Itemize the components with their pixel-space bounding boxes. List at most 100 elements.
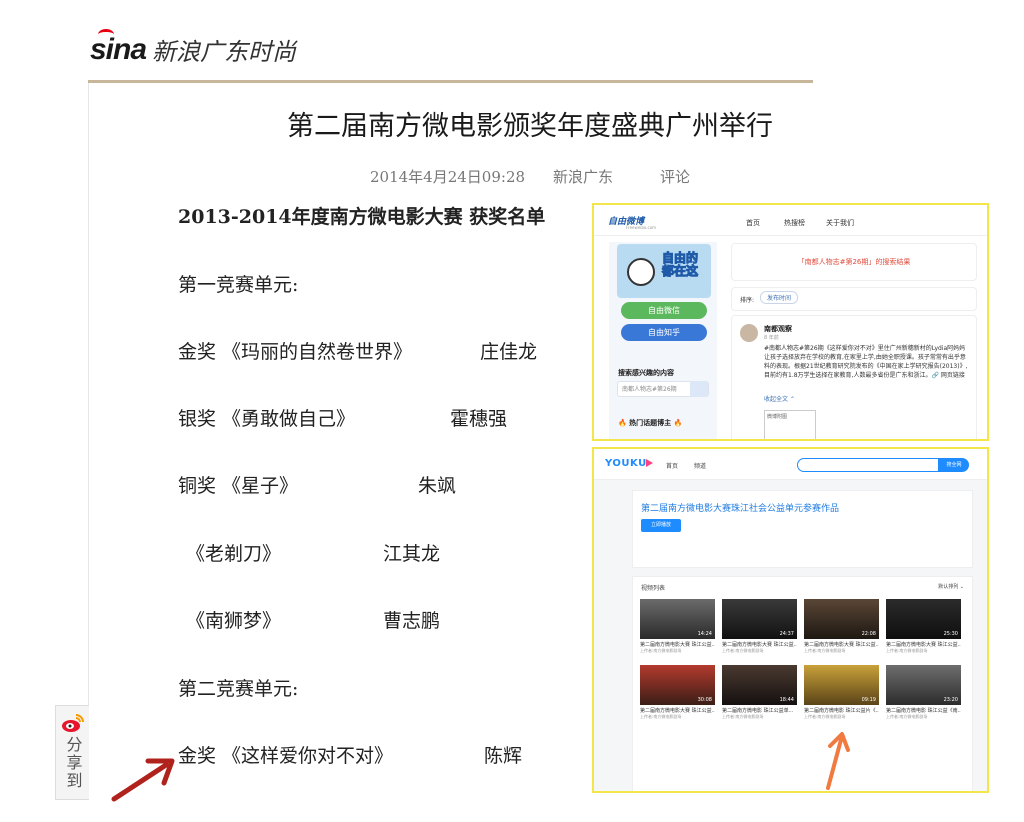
nav-about[interactable]: 关于我们 xyxy=(826,218,854,228)
article-line: 朱飒 xyxy=(418,475,457,497)
search-input[interactable]: 南都人物志#第26期 xyxy=(617,381,709,397)
freeweibo-banner: 自由的 都在这 xyxy=(617,244,711,298)
share-sidebar[interactable]: 分享到 xyxy=(55,705,89,800)
video-duration: 30:08 xyxy=(697,697,712,703)
freeweibo-sidebar: 自由的 都在这 自由微信 自由知乎 搜索感兴趣的内容 南都人物志#第26期 🔥 … xyxy=(609,242,717,439)
sina-eye-icon xyxy=(98,29,114,40)
article-source-link[interactable]: 新浪广东 xyxy=(553,166,613,187)
video-list: 视频列表 默认排列 ⌄ 14:24 第二届南方微电影大赛 珠江公益... 上传者… xyxy=(632,576,973,791)
weibo-icon xyxy=(61,712,85,734)
video-thumbnail[interactable]: 18:44 xyxy=(722,665,797,705)
video-uploader: 上传者:南方微电影剧场 xyxy=(722,648,764,653)
video-duration: 14:24 xyxy=(697,631,712,637)
video-title[interactable]: 第二届南方微电影 珠江公益单... xyxy=(722,707,797,714)
video-list-title: 视频列表 xyxy=(641,585,666,592)
video-uploader: 上传者:南方微电影剧场 xyxy=(640,648,682,653)
video-title[interactable]: 第二届南方微电影大赛 珠江公益... xyxy=(640,707,715,714)
post-author[interactable]: 南都观察 xyxy=(764,324,792,334)
play-now-button[interactable]: 立即播放 xyxy=(641,519,681,532)
playlist-header: 第二届南方微电影大赛珠江社会公益单元参赛作品 立即播放 xyxy=(632,490,973,568)
avatar[interactable] xyxy=(740,324,758,342)
site-channel-name: 新浪广东时尚 xyxy=(152,38,297,66)
video-title[interactable]: 第二届南方微电影大赛 珠江公益... xyxy=(886,641,961,648)
video-title[interactable]: 第二届南方微电影大赛 珠江公益... xyxy=(640,641,715,648)
video-thumbnail[interactable]: 23:20 xyxy=(886,665,961,705)
video-card[interactable]: 22:08 第二届南方微电影大赛 珠江公益... 上传者:南方微电影剧场 xyxy=(804,599,879,654)
playlist-title: 第二届南方微电影大赛珠江社会公益单元参赛作品 xyxy=(641,504,840,514)
video-duration: 25:30 xyxy=(943,631,958,637)
post-image[interactable]: 微博附图 xyxy=(764,410,816,439)
article-line: 庄佳龙 xyxy=(480,341,538,363)
article-line: 银奖 《勇敢做自己》 xyxy=(178,408,356,430)
search-result-text: 「南都人物志#第26期」的搜索结果 xyxy=(797,258,911,266)
article-line: 金奖 《这样爱你对不对》 xyxy=(178,745,394,767)
video-card[interactable]: 30:08 第二届南方微电影大赛 珠江公益... 上传者:南方微电影剧场 xyxy=(640,665,715,720)
sort-bar: 排序: 发布时间 xyxy=(731,287,977,311)
site-logo[interactable]: sina 新浪广东时尚 xyxy=(90,29,297,67)
video-thumbnail[interactable]: 30:08 xyxy=(640,665,715,705)
freeweibo-navbar: 自由微博 Freeweibo.com 首页 热搜榜 关于我们 xyxy=(594,205,987,236)
article-line: 江其龙 xyxy=(383,543,441,565)
video-title[interactable]: 第二届南方微电影 珠江公益《南... xyxy=(886,707,961,714)
video-duration: 24:37 xyxy=(779,631,794,637)
post-body: #南都人物志#第26期《这样爱你对不对》里住广州新穗新村的Lydia阿妈妈让孩子… xyxy=(764,345,968,379)
nav-home[interactable]: 首页 xyxy=(746,218,760,228)
nav-home[interactable]: 首页 xyxy=(666,461,678,470)
camera-mascot-icon xyxy=(627,258,655,286)
article-line: 《南狮梦》 xyxy=(186,610,282,632)
video-title[interactable]: 第二届南方微电影大赛 珠江公益... xyxy=(804,641,879,648)
free-weixin-button[interactable]: 自由微信 xyxy=(621,302,707,319)
post-time: 8 年前 xyxy=(764,335,779,341)
article-left-border xyxy=(88,83,89,798)
sort-label: 排序: xyxy=(740,297,755,304)
article-line: 2013-2014年度南方微电影大赛 获奖名单 xyxy=(178,206,546,228)
video-duration: 22:08 xyxy=(861,631,876,637)
video-card[interactable]: 24:37 第二届南方微电影大赛 珠江公益... 上传者:南方微电影剧场 xyxy=(722,599,797,654)
header-rule xyxy=(88,80,813,83)
youku-play-icon xyxy=(646,459,653,467)
search-result-header: 「南都人物志#第26期」的搜索结果 xyxy=(731,243,977,281)
search-input[interactable] xyxy=(797,458,939,472)
sina-logo-mark: sina xyxy=(90,29,147,67)
video-uploader: 上传者:南方微电影剧场 xyxy=(640,714,682,719)
video-thumbnail[interactable]: 24:37 xyxy=(722,599,797,639)
search-button[interactable]: 搜全网 xyxy=(939,458,969,472)
red-arrow-icon xyxy=(111,758,175,802)
orange-arrow-icon xyxy=(826,732,850,790)
hot-topics-heading: 🔥 热门话题博主 🔥 xyxy=(618,419,683,427)
comment-link[interactable]: 评论 xyxy=(660,166,690,187)
video-duration: 23:20 xyxy=(943,697,958,703)
video-card[interactable]: 23:20 第二届南方微电影 珠江公益《南... 上传者:南方微电影剧场 xyxy=(886,665,961,720)
article-line: 金奖 《玛丽的自然卷世界》 xyxy=(178,341,413,363)
nav-channel[interactable]: 频道 xyxy=(694,461,706,470)
video-title[interactable]: 第二届南方微电影 珠江公益片《... xyxy=(804,707,879,714)
video-card[interactable]: 18:44 第二届南方微电影 珠江公益单... 上传者:南方微电影剧场 xyxy=(722,665,797,720)
banner-slogan: 自由的 都在这 xyxy=(662,251,699,278)
video-thumbnail[interactable]: 22:08 xyxy=(804,599,879,639)
video-thumbnail[interactable]: 09:19 xyxy=(804,665,879,705)
video-card[interactable]: 14:24 第二届南方微电影大赛 珠江公益... 上传者:南方微电影剧场 xyxy=(640,599,715,654)
search-icon[interactable] xyxy=(690,381,708,397)
youku-topbar: YOUKU 首页 频道 搜全网 xyxy=(594,449,987,480)
video-uploader: 上传者:南方微电影剧场 xyxy=(804,714,846,719)
article-line: 铜奖 《星子》 xyxy=(178,475,299,497)
video-thumbnail[interactable]: 25:30 xyxy=(886,599,961,639)
free-zhihu-button[interactable]: 自由知乎 xyxy=(621,324,707,341)
sort-select[interactable]: 发布时间 xyxy=(760,291,799,304)
sort-select[interactable]: 默认排列 ⌄ xyxy=(938,583,964,590)
video-duration: 18:44 xyxy=(779,697,794,703)
article-line: 《老剃刀》 xyxy=(186,543,282,565)
video-thumbnail[interactable]: 14:24 xyxy=(640,599,715,639)
nav-hot[interactable]: 热搜榜 xyxy=(784,218,805,228)
video-uploader: 上传者:南方微电影剧场 xyxy=(722,714,764,719)
video-card[interactable]: 09:19 第二届南方微电影 珠江公益片《... 上传者:南方微电影剧场 xyxy=(804,665,879,720)
video-title[interactable]: 第二届南方微电影大赛 珠江公益... xyxy=(722,641,797,648)
article-line: 曹志鹏 xyxy=(383,610,441,632)
article-line: 陈辉 xyxy=(484,745,523,767)
share-label: 分享到 xyxy=(63,736,83,790)
video-card[interactable]: 25:30 第二届南方微电影大赛 珠江公益... 上传者:南方微电影剧场 xyxy=(886,599,961,654)
article-line: 第二竞赛单元: xyxy=(178,678,299,700)
collapse-link[interactable]: 收起全文 ⌃ xyxy=(764,394,795,403)
youku-logo[interactable]: YOUKU xyxy=(605,458,647,469)
freeweibo-logo-sub: Freeweibo.com xyxy=(626,225,657,230)
